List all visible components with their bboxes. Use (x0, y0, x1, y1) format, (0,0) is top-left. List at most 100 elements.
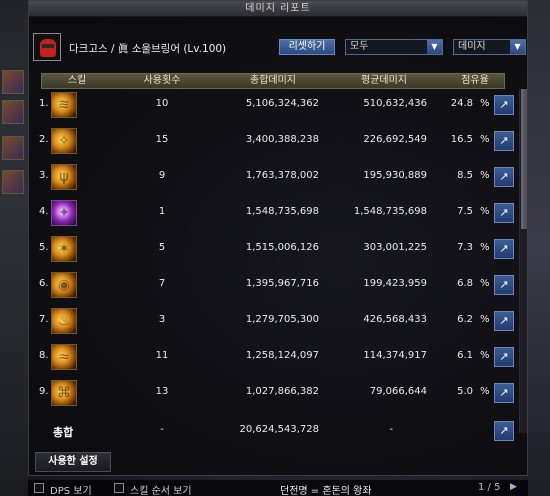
use-count: 15 (155, 134, 169, 145)
share-icon[interactable]: ↗ (494, 239, 514, 259)
average-damage: 226,692,549 (363, 134, 427, 145)
table-row[interactable]: 6. ◉ 7 1,395,967,716 199,423,959 6.8 % ↗ (29, 270, 519, 301)
skill-icon: ≈ (51, 344, 77, 370)
next-page-icon[interactable]: ▶ (510, 482, 517, 492)
skill-icon: ≋ (51, 92, 77, 118)
window-title: 데미지 리포트 (29, 1, 527, 17)
percent-sign: % (480, 278, 490, 289)
percent-sign: % (480, 170, 490, 181)
share-percent: 6.2 (457, 314, 473, 325)
average-damage: 79,066,644 (369, 386, 427, 397)
damage-report-window: 데미지 리포트 다크고스 / 眞 소울브링어 (Lv.100) 리셋하기 모두 … (28, 0, 528, 476)
chevron-down-icon[interactable]: ▼ (427, 40, 442, 54)
report-header: 다크고스 / 眞 소울브링어 (Lv.100) 리셋하기 모두 ▼ 데미지 ▼ (29, 17, 527, 69)
metric-value: 데미지 (458, 41, 486, 52)
average-damage: 303,001,225 (363, 242, 427, 253)
dps-label: DPS 보기 (50, 486, 92, 496)
use-count: 13 (155, 386, 169, 397)
use-count: 5 (158, 242, 166, 253)
share-icon[interactable]: ↗ (494, 311, 514, 331)
skill-order-checkbox[interactable] (114, 483, 124, 493)
total-damage: 1,027,866,382 (245, 386, 319, 397)
column-header-total[interactable]: 총합데미지 (218, 74, 328, 88)
metric-dropdown[interactable]: 데미지 ▼ (453, 39, 526, 55)
bottom-bar: DPS 보기 스킬 순서 보기 던전명 = 혼돈의 왕좌 1 / 5 ▶ (28, 480, 528, 496)
table-row[interactable]: 7. ♨ 3 1,279,705,300 426,568,433 6.2 % ↗ (29, 306, 519, 337)
average-damage: 426,568,433 (363, 314, 427, 325)
average-damage: 1,548,735,698 (353, 206, 427, 217)
tab-used-settings[interactable]: 사용한 설정 (35, 452, 111, 472)
table-row[interactable]: 5. ✶ 5 1,515,006,126 303,001,225 7.3 % ↗ (29, 234, 519, 265)
scrollbar-thumb[interactable] (521, 89, 527, 229)
percent-sign: % (480, 134, 490, 145)
share-icon[interactable]: ↗ (494, 131, 514, 151)
percent-sign: % (480, 386, 490, 397)
table-row[interactable]: 2. ✧ 15 3,400,388,238 226,692,549 16.5 %… (29, 126, 519, 157)
total-damage: 1,548,735,698 (245, 206, 319, 217)
average-damage: 114,374,917 (363, 350, 427, 361)
quickslot-icon[interactable] (2, 170, 24, 194)
table-row[interactable]: 1. ≋ 10 5,106,324,362 510,632,436 24.8 %… (29, 90, 519, 121)
share-percent: 6.1 (457, 350, 473, 361)
table-row[interactable]: 3. ψ 9 1,763,378,002 195,930,889 8.5 % ↗ (29, 162, 519, 193)
column-header-avg[interactable]: 평균데미지 (332, 74, 436, 88)
average-damage: 199,423,959 (363, 278, 427, 289)
share-percent: 8.5 (457, 170, 473, 181)
dps-checkbox[interactable] (34, 483, 44, 493)
column-header-skill[interactable]: 스킬 (42, 74, 112, 88)
scrollbar[interactable] (519, 89, 527, 433)
dungeon-name: 던전명 = 혼돈의 왕좌 (280, 486, 372, 496)
use-count: 3 (158, 314, 166, 325)
total-damage: 1,763,378,002 (245, 170, 319, 181)
use-count: 1 (158, 206, 166, 217)
total-damage-sum: 20,624,543,728 (239, 424, 319, 435)
total-damage: 1,515,006,126 (245, 242, 319, 253)
share-icon[interactable]: ↗ (494, 383, 514, 403)
percent-sign: % (480, 242, 490, 253)
total-damage: 5,106,324,362 (245, 98, 319, 109)
average-damage: 195,930,889 (363, 170, 427, 181)
filter-dropdown[interactable]: 모두 ▼ (345, 39, 443, 55)
total-row: 총합 - 20,624,543,728 - ↗ (29, 416, 519, 446)
share-percent: 6.8 (457, 278, 473, 289)
share-percent: 24.8 (450, 98, 473, 109)
use-count: 7 (158, 278, 166, 289)
table-row[interactable]: 8. ≈ 11 1,258,124,097 114,374,917 6.1 % … (29, 342, 519, 373)
skill-order-label: 스킬 순서 보기 (130, 486, 192, 496)
use-count: 9 (158, 170, 166, 181)
total-damage: 1,279,705,300 (245, 314, 319, 325)
character-avatar (33, 33, 61, 61)
percent-sign: % (480, 350, 490, 361)
share-icon[interactable]: ↗ (494, 203, 514, 223)
column-header-count[interactable]: 사용횟수 (120, 74, 204, 88)
skill-icon: ✶ (51, 236, 77, 262)
column-header-share[interactable]: 점유율 (446, 74, 504, 88)
share-icon[interactable]: ↗ (494, 167, 514, 187)
game-background-right (528, 0, 550, 496)
use-count: 11 (155, 350, 169, 361)
skill-icon: ψ (51, 164, 77, 190)
share-icon[interactable]: ↗ (494, 275, 514, 295)
quickslot-icon[interactable] (2, 136, 24, 160)
share-icon[interactable]: ↗ (494, 347, 514, 367)
skill-icon: ◉ (51, 272, 77, 298)
average-damage: 510,632,436 (363, 98, 427, 109)
use-count: 10 (155, 98, 169, 109)
total-damage: 3,400,388,238 (245, 134, 319, 145)
table-row[interactable]: 4. ✦ 1 1,548,735,698 1,548,735,698 7.5 %… (29, 198, 519, 229)
percent-sign: % (480, 314, 490, 325)
share-icon[interactable]: ↗ (494, 95, 514, 115)
share-icon[interactable]: ↗ (494, 421, 514, 441)
share-percent: 16.5 (450, 134, 473, 145)
character-name: 다크고스 / 眞 소울브링어 (Lv.100) (69, 43, 227, 55)
chevron-down-icon[interactable]: ▼ (510, 40, 525, 54)
skill-icon: ✦ (51, 200, 77, 226)
table-row[interactable]: 9. ⌘ 13 1,027,866,382 79,066,644 5.0 % ↗ (29, 378, 519, 409)
quickslot-icon[interactable] (2, 100, 24, 124)
total-damage: 1,395,967,716 (245, 278, 319, 289)
quickslot-icon[interactable] (2, 70, 24, 94)
reset-button[interactable]: 리셋하기 (279, 39, 335, 55)
page-indicator: 1 / 5 (478, 482, 501, 493)
share-percent: 7.5 (457, 206, 473, 217)
total-average: - (389, 424, 393, 435)
